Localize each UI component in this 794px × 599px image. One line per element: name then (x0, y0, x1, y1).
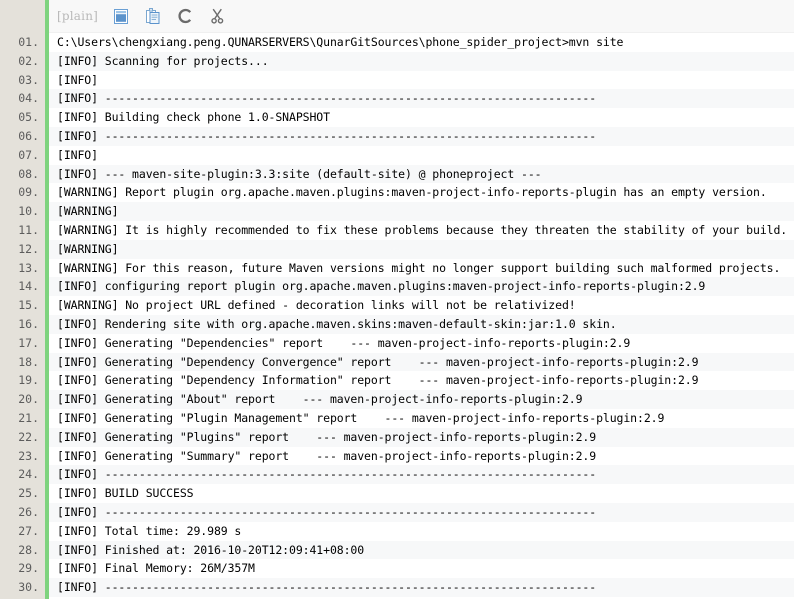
copy-clipboard-icon[interactable] (142, 5, 164, 27)
line-number: 20. (18, 392, 39, 407)
code-line[interactable]: [INFO] (49, 70, 794, 90)
line-number: 27. (18, 523, 39, 538)
line-number: 01. (18, 35, 39, 49)
gutter-toolbar-spacer (0, 0, 45, 33)
code-line[interactable]: [INFO] --- maven-site-plugin:3.3:site (d… (49, 164, 794, 184)
line-number: 28. (18, 542, 39, 557)
code-line[interactable]: [INFO] Generating "Plugins" report --- m… (49, 427, 794, 447)
code-toolbar: [plain] (49, 0, 794, 33)
line-number: 12. (18, 241, 39, 256)
code-line-list: C:\Users\chengxiang.peng.QUNARSERVERS\Qu… (49, 33, 794, 597)
code-line[interactable]: [INFO] Generating "Plugin Management" re… (49, 408, 794, 428)
cut-scissors-icon[interactable] (206, 5, 228, 27)
line-number: 13. (18, 260, 39, 275)
line-number: 25. (18, 486, 39, 501)
code-line[interactable]: [INFO] Building check phone 1.0-SNAPSHOT (49, 108, 794, 127)
view-window-icon[interactable] (110, 5, 132, 27)
code-line[interactable]: [INFO] Generating "Dependency Convergenc… (49, 352, 794, 372)
line-number: 06. (18, 128, 39, 143)
code-line[interactable]: [INFO] ---------------------------------… (49, 578, 794, 597)
line-number: 14. (18, 279, 39, 294)
line-number: 07. (18, 147, 39, 162)
line-number: 19. (18, 373, 39, 388)
code-line[interactable]: [INFO] Rendering site with org.apache.ma… (49, 314, 794, 334)
language-label: [plain] (57, 9, 99, 23)
code-line[interactable]: [INFO] BUILD SUCCESS (49, 484, 794, 503)
code-line[interactable]: [INFO] Generating "Dependencies" report … (49, 333, 794, 353)
code-line[interactable]: [WARNING] Report plugin org.apache.maven… (49, 183, 794, 203)
code-line[interactable]: [INFO] Generating "Summary" report --- m… (49, 446, 794, 466)
code-viewer: 01. 02. 03. 04. 05. 06. 07. 08. 09. 10. 11. 12. 13. 1… (0, 0, 794, 599)
code-line[interactable]: [INFO] Scanning for projects... (49, 51, 794, 71)
code-line[interactable]: [INFO] ---------------------------------… (49, 89, 794, 109)
line-number: 04. (18, 91, 39, 106)
line-number: 29. (18, 561, 39, 576)
line-number: 05. (18, 110, 39, 125)
line-number: 10. (18, 204, 39, 219)
code-line[interactable]: [WARNING] (49, 202, 794, 221)
line-number: 23. (18, 448, 39, 463)
code-line[interactable]: C:\Users\chengxiang.peng.QUNARSERVERS\Qu… (49, 33, 794, 52)
code-line[interactable]: [INFO] ---------------------------------… (49, 126, 794, 146)
code-line[interactable]: [WARNING] It is highly recommended to fi… (49, 220, 794, 240)
line-number: 02. (18, 53, 39, 68)
line-number: 03. (18, 72, 39, 87)
line-number: 15. (18, 298, 39, 313)
code-line[interactable]: [INFO] configuring report plugin org.apa… (49, 277, 794, 297)
line-number: 21. (18, 410, 39, 425)
line-number: 17. (18, 335, 39, 350)
code-line[interactable]: [INFO] (49, 145, 794, 165)
line-number: 30. (18, 580, 39, 595)
line-number-list: 01. 02. 03. 04. 05. 06. 07. 08. 09. 10. 11. 12. 13. 1… (0, 33, 45, 597)
code-line[interactable]: [INFO] Finished at: 2016-10-20T12:09:41+… (49, 540, 794, 560)
line-number: 16. (18, 316, 39, 331)
code-line[interactable]: [INFO] Final Memory: 26M/357M (49, 559, 794, 579)
code-line[interactable]: [WARNING] For this reason, future Maven … (49, 258, 794, 278)
line-number: 18. (18, 354, 39, 369)
refresh-arrow-icon[interactable] (174, 5, 196, 27)
code-line[interactable]: [WARNING] No project URL defined - decor… (49, 296, 794, 315)
code-line[interactable]: [INFO] ---------------------------------… (49, 502, 794, 522)
code-line[interactable]: [INFO] Total time: 29.989 s (49, 521, 794, 541)
code-line[interactable]: [INFO] ---------------------------------… (49, 465, 794, 485)
line-number-gutter: 01. 02. 03. 04. 05. 06. 07. 08. 09. 10. 11. 12. 13. 1… (0, 0, 45, 599)
code-line[interactable]: [WARNING] (49, 239, 794, 259)
code-line[interactable]: [INFO] Generating "About" report --- mav… (49, 390, 794, 409)
line-number: 08. (18, 166, 39, 181)
line-number: 09. (18, 185, 39, 200)
line-number: 24. (18, 467, 39, 482)
line-number: 11. (18, 222, 39, 237)
line-number: 22. (18, 429, 39, 444)
line-number: 26. (18, 504, 39, 519)
code-line[interactable]: [INFO] Generating "Dependency Informatio… (49, 371, 794, 391)
code-panel: [plain] C:\Users\chengxiang.peng.QUNARSE… (49, 0, 794, 599)
